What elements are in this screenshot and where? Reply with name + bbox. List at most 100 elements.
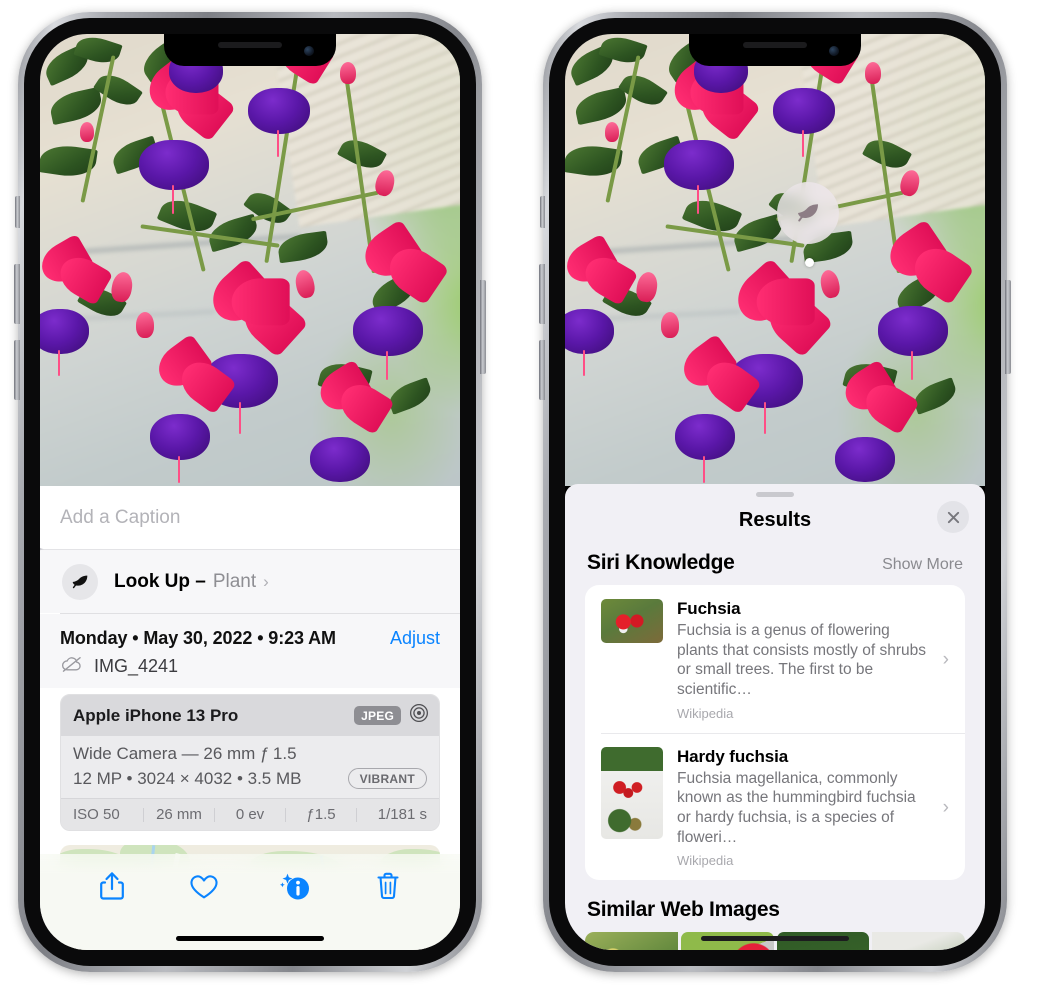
siri-knowledge-title: Siri Knowledge	[587, 551, 735, 574]
photo-info-sheet: Add a Caption ✦ ✦ Look Up – Plant ›	[40, 486, 460, 950]
chevron-right-icon: ›	[942, 796, 949, 818]
result-body: Fuchsia Fuchsia is a genus of flowering …	[677, 599, 929, 721]
info-sparkle-icon[interactable]	[274, 866, 318, 906]
earpiece-speaker	[218, 42, 282, 48]
close-icon[interactable]	[937, 501, 969, 533]
photo-flower	[663, 334, 762, 483]
caption-input[interactable]: Add a Caption	[60, 507, 180, 529]
screenshot-stage: Add a Caption ✦ ✦ Look Up – Plant ›	[0, 0, 1055, 985]
photo-filename: IMG_4241	[94, 656, 179, 676]
photo-bud	[340, 62, 356, 84]
format-badge: JPEG	[354, 706, 401, 725]
camera-metadata-card[interactable]: Apple iPhone 13 Pro JPEG Wide Camera — 2…	[60, 694, 440, 831]
volume-down-button[interactable]	[14, 340, 20, 400]
mute-switch[interactable]	[15, 196, 20, 228]
aperture-icon	[409, 703, 429, 728]
results-title: Results	[738, 508, 812, 531]
result-title: Hardy fuchsia	[677, 746, 789, 766]
visual-look-up-badge[interactable]	[777, 182, 839, 244]
photo-flower	[126, 52, 237, 215]
leaf-icon	[798, 204, 818, 222]
visual-look-up-anchor-dot	[805, 258, 814, 267]
photo-bud	[80, 122, 94, 142]
trash-icon[interactable]	[366, 866, 410, 906]
similar-web-images-header: Similar Web Images	[565, 880, 985, 928]
result-thumbnail	[601, 599, 663, 643]
exif-shutter-speed: 1/181 s	[377, 806, 427, 823]
result-title: Fuchsia	[677, 599, 741, 618]
exif-row: ISO 50 26 mm 0 ev ƒ1.5 1/181 s	[61, 798, 439, 830]
photo-flower	[236, 34, 336, 157]
adjust-button[interactable]: Adjust	[390, 628, 440, 649]
metadata-size-row: 12 MP • 3024 × 4032 • 3.5 MB VIBRANT	[73, 768, 427, 789]
caption-row[interactable]: Add a Caption	[40, 486, 460, 550]
photo-flower	[761, 34, 861, 157]
look-up-category: Plant	[212, 571, 257, 592]
photo-details-block: Monday • May 30, 2022 • 9:23 AM Adjust I…	[40, 614, 460, 688]
home-indicator[interactable]	[176, 936, 324, 941]
results-header: Results	[565, 497, 985, 543]
photo-flower	[565, 233, 639, 377]
share-icon[interactable]	[90, 866, 134, 906]
chevron-right-icon: ›	[263, 572, 269, 591]
cloud-slash-icon	[60, 655, 84, 678]
right-screen: Results Siri Knowledge Show More Fuchsia…	[565, 34, 985, 950]
home-indicator[interactable]	[701, 936, 849, 941]
result-source: Wikipedia	[677, 705, 734, 721]
result-description: Fuchsia magellanica, commonly known as t…	[677, 769, 916, 846]
look-up-label-group: Look Up – Plant ›	[114, 571, 269, 593]
metadata-header: Apple iPhone 13 Pro JPEG	[61, 695, 439, 736]
power-button[interactable]	[1005, 280, 1011, 374]
toolbar-icons	[40, 854, 460, 906]
exif-focal-length: 26 mm	[156, 806, 202, 823]
date-row: Monday • May 30, 2022 • 9:23 AM Adjust	[60, 628, 440, 649]
volume-up-button[interactable]	[14, 264, 20, 324]
sparkle-icon: ✦	[40, 541, 45, 560]
similar-web-images-title: Similar Web Images	[587, 898, 780, 922]
photo-flower	[651, 52, 762, 215]
exif-exposure-bias: 0 ev	[235, 806, 265, 823]
front-camera-icon	[829, 46, 839, 56]
list-item[interactable]: Fuchsia Fuchsia is a genus of flowering …	[585, 585, 965, 733]
web-image-thumbnail[interactable]	[585, 932, 678, 950]
earpiece-speaker	[743, 42, 807, 48]
exif-aperture: ƒ1.5	[306, 806, 336, 823]
photo-viewer[interactable]	[565, 34, 985, 486]
camera-lens-info: Wide Camera — 26 mm ƒ 1.5	[73, 744, 297, 763]
results-sheet: Results Siri Knowledge Show More Fuchsia…	[565, 484, 985, 950]
photo-date: Monday • May 30, 2022 • 9:23 AM	[60, 628, 336, 648]
notch	[689, 34, 861, 66]
volume-down-button[interactable]	[539, 340, 545, 400]
mute-switch[interactable]	[540, 196, 545, 228]
heart-icon[interactable]	[182, 866, 226, 906]
right-phone: Results Siri Knowledge Show More Fuchsia…	[539, 12, 1011, 972]
photo-flower	[865, 218, 975, 381]
look-up-label: Look Up –	[114, 571, 206, 592]
photographic-style-badge: VIBRANT	[347, 768, 427, 789]
siri-knowledge-header: Siri Knowledge Show More	[565, 543, 985, 585]
result-description: Fuchsia is a genus of flowering plants t…	[677, 622, 926, 699]
web-image-thumbnail[interactable]	[872, 932, 965, 950]
left-phone: Add a Caption ✦ ✦ Look Up – Plant ›	[14, 12, 486, 972]
look-up-row[interactable]: ✦ ✦ Look Up – Plant ›	[40, 541, 460, 613]
show-more-button[interactable]: Show More	[882, 556, 963, 574]
volume-up-button[interactable]	[539, 264, 545, 324]
camera-device: Apple iPhone 13 Pro	[73, 705, 239, 725]
chevron-right-icon: ›	[942, 648, 949, 670]
front-camera-icon	[304, 46, 314, 56]
filename-row: IMG_4241	[60, 655, 440, 678]
photo-flower	[40, 233, 114, 377]
exif-iso: ISO 50	[73, 806, 120, 823]
photo-bud	[136, 312, 154, 338]
photo-viewer[interactable]	[40, 34, 460, 486]
photo-bud	[605, 122, 619, 142]
photo-flower	[298, 359, 395, 484]
power-button[interactable]	[480, 280, 486, 374]
list-item[interactable]: Hardy fuchsia Fuchsia magellanica, commo…	[585, 732, 965, 881]
photo-bud	[865, 62, 881, 84]
photo-size-info: 12 MP • 3024 × 4032 • 3.5 MB	[73, 768, 302, 788]
notch	[164, 34, 336, 66]
siri-knowledge-card: Fuchsia Fuchsia is a genus of flowering …	[585, 585, 965, 881]
metadata-badges: JPEG	[354, 703, 429, 728]
photo-flower	[823, 359, 920, 484]
